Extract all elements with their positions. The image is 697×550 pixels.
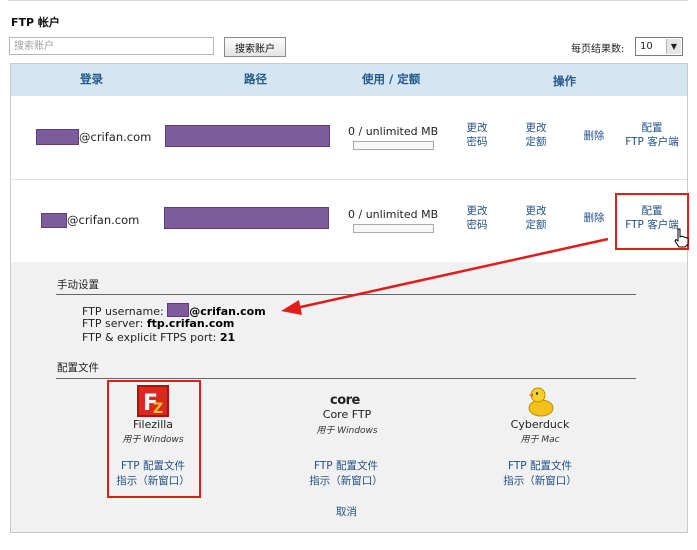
delete-link[interactable]: 删除	[579, 129, 609, 143]
link-line: 更改	[466, 122, 488, 134]
coreftp-instructions-link[interactable]: 指示（新窗口）	[276, 474, 416, 489]
usage-text: 0 / unlimited MB	[348, 125, 439, 138]
row-divider	[11, 179, 687, 180]
coreftp-ftp-config-link[interactable]: FTP 配置文件	[276, 459, 416, 474]
coreftp-os: 用于 Windows	[316, 426, 378, 436]
change-password-link[interactable]: 更改 密码	[459, 121, 495, 149]
server-value: ftp.crifan.com	[146, 317, 235, 330]
header-login: 登录	[80, 72, 103, 86]
change-password-link[interactable]: 更改 密码	[459, 204, 495, 232]
table-header: 登录 路径 使用 / 定额 操作	[11, 64, 687, 96]
change-quota-link[interactable]: 更改 定额	[518, 121, 554, 149]
search-input[interactable]	[9, 37, 214, 55]
usage-text: 0 / unlimited MB	[348, 208, 439, 221]
port-value: 21	[219, 331, 236, 344]
per-page-select[interactable]: 10 ▼	[635, 37, 683, 56]
link-line: 密码	[466, 219, 488, 231]
link-line: 更改	[525, 122, 547, 134]
manual-settings-heading: 手动设置	[57, 279, 99, 291]
table-row: @crifan.com 0 / unlimited MB 更改 密码 更改 定额…	[11, 181, 687, 261]
top-divider	[8, 0, 688, 1]
cyberduck-name: Cyberduck	[510, 418, 570, 431]
port-label: FTP & explicit FTPS port:	[82, 331, 217, 344]
account-email: @crifan.com	[67, 213, 140, 227]
redacted-username	[36, 129, 79, 145]
header-path: 路径	[244, 72, 267, 86]
link-line: 配置	[641, 122, 663, 134]
ftp-username-line: FTP username: @crifan.com	[82, 303, 266, 318]
link-line: 更改	[525, 205, 547, 217]
coreftp-name: Core FTP	[322, 408, 372, 421]
coreftp-icon[interactable]: core	[330, 393, 360, 408]
account-email: @crifan.com	[79, 130, 152, 144]
usage-bar	[353, 141, 434, 150]
highlight-box	[107, 380, 201, 498]
config-files-heading: 配置文件	[57, 362, 99, 374]
per-page-label: 每页结果数:	[571, 44, 625, 55]
change-quota-link[interactable]: 更改 定额	[518, 204, 554, 232]
link-line: 定额	[525, 219, 547, 231]
redacted-path	[165, 125, 330, 147]
link-line: 密码	[466, 136, 488, 148]
search-button[interactable]: 搜索账户	[224, 37, 286, 57]
cyberduck-os: 用于 Mac	[520, 435, 560, 445]
cyberduck-ftp-config-link[interactable]: FTP 配置文件	[470, 459, 610, 474]
usage-bar	[353, 224, 434, 233]
section-divider	[56, 378, 636, 379]
link-line: FTP 客户端	[625, 136, 679, 148]
redacted-path	[164, 207, 329, 229]
chevron-down-icon[interactable]: ▼	[666, 39, 681, 54]
link-line: 更改	[466, 205, 488, 217]
per-page-value: 10	[640, 41, 653, 52]
cyberduck-instructions-link[interactable]: 指示（新窗口）	[470, 474, 610, 489]
section-divider	[56, 294, 636, 295]
delete-link[interactable]: 删除	[579, 211, 609, 225]
ftp-server-line: FTP server: ftp.crifan.com	[82, 317, 234, 330]
cancel-link[interactable]: 取消	[336, 504, 357, 519]
cyberduck-icon[interactable]	[525, 384, 555, 418]
configure-ftp-client-link[interactable]: 配置 FTP 客户端	[617, 121, 687, 149]
header-actions: 操作	[553, 74, 576, 88]
hand-cursor-icon	[674, 228, 689, 248]
redacted-username	[41, 213, 67, 228]
redacted-username	[167, 303, 190, 317]
header-usage: 使用 / 定额	[362, 72, 421, 86]
page-title: FTP 帐户	[11, 16, 60, 29]
table-row: @crifan.com 0 / unlimited MB 更改 密码 更改 定额…	[11, 97, 687, 179]
ftp-port-line: FTP & explicit FTPS port: 21	[82, 331, 235, 344]
link-line: 定额	[525, 136, 547, 148]
server-label: FTP server:	[82, 317, 144, 330]
